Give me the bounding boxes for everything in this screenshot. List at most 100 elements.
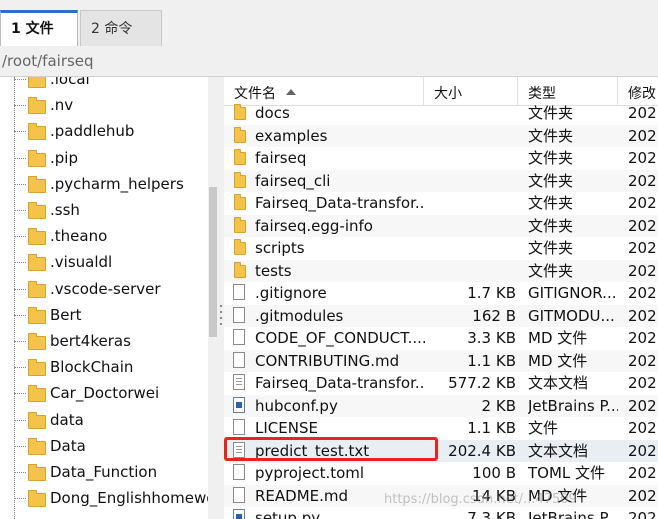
file-name: scripts [255, 239, 305, 257]
tree-connector [14, 210, 26, 211]
file-row[interactable]: Fairseq_Data-transfor... 577.2 KB 文本文档 2021 [224, 372, 658, 394]
file-row[interactable]: pyproject.toml 100 B TOML 文件 2021 [224, 462, 658, 484]
file-row[interactable]: setup.py 7.3 KB JetBrains P... 2021 [224, 507, 658, 519]
tree-scrollbar-thumb[interactable] [209, 187, 217, 337]
file-row[interactable]: fairseq_cli 文件夹 2021 [224, 169, 658, 192]
text-file-icon [233, 374, 245, 390]
tree-item[interactable]: Data [0, 434, 208, 460]
file-type: 文件夹 [528, 126, 574, 145]
tree-item-label: data [50, 410, 84, 429]
file-size: 577.2 KB [448, 374, 516, 392]
folder-icon [28, 411, 46, 429]
file-icon [233, 329, 245, 345]
file-size [430, 260, 516, 282]
file-row[interactable]: fairseq 文件夹 2021 [224, 147, 658, 169]
tree-item[interactable]: Bert [0, 303, 208, 329]
tree-item[interactable]: .ssh [0, 198, 208, 224]
tab-files[interactable]: 1 文件 [0, 10, 78, 46]
tree-item-label: .nv [50, 96, 74, 115]
tree-item[interactable]: data [0, 408, 208, 434]
file-row[interactable]: scripts 文件夹 2021 [224, 237, 658, 259]
file-modified: 2021 [628, 351, 658, 370]
tree-item[interactable]: .vscode-server [0, 277, 208, 303]
folder-icon [28, 202, 46, 219]
tab-commands[interactable]: 2 命令 [80, 10, 162, 46]
file-row[interactable]: Fairseq_Data-transfor... 文件夹 2021 [224, 192, 658, 214]
file-name: hubconf.py [255, 396, 338, 415]
file-row[interactable]: .gitmodules 162 B GITMODU... 2021 [224, 304, 658, 327]
tree-item[interactable]: .paddlehub [0, 119, 208, 145]
path-bar [0, 46, 658, 77]
file-type: 文件 [528, 419, 559, 437]
file-modified: 2021 [628, 486, 658, 505]
file-type: GITIGNOR... [528, 284, 617, 302]
folder-icon [28, 464, 46, 481]
file-row[interactable]: CONTRIBUTING.md 1.1 KB MD 文件 2021 [224, 349, 658, 372]
file-size: 3.3 KB [467, 329, 516, 347]
file-type: 文本文档 [528, 374, 589, 392]
folder-icon [234, 239, 246, 255]
file-type: 文本文档 [528, 441, 589, 460]
file-type: 文件夹 [528, 104, 574, 122]
file-type: GITMODU... [528, 306, 615, 325]
file-row[interactable]: examples 文件夹 2021 [224, 124, 658, 147]
file-name: Fairseq_Data-transfor... [255, 194, 425, 212]
file-name: pyproject.toml [255, 464, 365, 482]
file-modified: 2021 [628, 419, 658, 437]
file-type: MD 文件 [528, 329, 588, 347]
file-modified: 2021 [628, 374, 658, 392]
tree-connector [14, 262, 26, 264]
file-name: LICENSE [255, 419, 318, 437]
folder-icon [28, 149, 46, 167]
file-row[interactable]: LICENSE 1.1 KB 文件 2021 [224, 417, 658, 439]
file-modified: 2021 [628, 441, 658, 460]
tree-item[interactable]: Dong_Englishhomework [0, 486, 208, 512]
folder-icon [28, 123, 46, 141]
file-row[interactable]: docs 文件夹 2021 [224, 102, 658, 124]
tree-connector [14, 288, 26, 290]
python-file-icon [233, 396, 245, 413]
tree-item[interactable]: .visualdl [0, 250, 208, 276]
file-name: fairseq_cli [255, 171, 331, 190]
file-row[interactable]: .gitignore 1.7 KB GITIGNOR... 2021 [224, 282, 658, 304]
tab-bar: 1 文件 2 命令 [0, 0, 658, 47]
file-size: 100 B [472, 464, 516, 482]
tree-item[interactable]: .local [0, 77, 208, 93]
path-input[interactable] [0, 49, 658, 73]
tree-connector [14, 105, 26, 107]
file-icon [233, 284, 245, 300]
tree-item[interactable]: Car_Doctorwei [0, 381, 208, 407]
tree-item[interactable]: .pycharm_helpers [0, 172, 208, 198]
tree-connector [14, 131, 26, 133]
file-size [430, 170, 516, 192]
tree-item[interactable]: BlockChain [0, 355, 208, 381]
file-modified: 2021 [628, 149, 658, 167]
file-icon [233, 464, 245, 480]
file-row[interactable]: hubconf.py 2 KB JetBrains P... 2021 [224, 394, 658, 417]
file-row[interactable]: fairseq.egg-info 文件夹 2021 [224, 214, 658, 237]
file-type: 文件夹 [528, 216, 574, 235]
column-header-type[interactable]: 类型 [518, 77, 618, 105]
file-row[interactable]: CODE_OF_CONDUCT.... 3.3 KB MD 文件 2021 [224, 327, 658, 349]
file-name: CONTRIBUTING.md [255, 351, 400, 370]
folder-icon [234, 216, 246, 233]
tree-item[interactable]: bert4keras [0, 329, 208, 355]
tree-item[interactable]: .pip [0, 146, 208, 172]
tree-connector [14, 341, 26, 342]
tree-connector [14, 367, 26, 369]
tree-item[interactable]: Data_Function [0, 460, 208, 486]
column-header-name[interactable]: 文件名 [224, 77, 424, 105]
splitter-grip [220, 323, 222, 325]
file-icon [233, 306, 245, 323]
tree-item[interactable]: .theano [0, 224, 208, 250]
column-header-size[interactable]: 大小 [424, 77, 518, 105]
file-row[interactable]: tests 文件夹 2021 [224, 259, 658, 282]
file-icon [233, 351, 245, 368]
tree-item[interactable]: .nv [0, 93, 208, 119]
file-modified: 2021 [628, 284, 658, 302]
file-name: docs [255, 104, 290, 122]
column-header-modified[interactable]: 修改 [618, 77, 658, 105]
file-modified: 2021 [628, 509, 658, 519]
tree-scrollbar[interactable] [208, 77, 218, 519]
folder-icon [28, 175, 46, 193]
